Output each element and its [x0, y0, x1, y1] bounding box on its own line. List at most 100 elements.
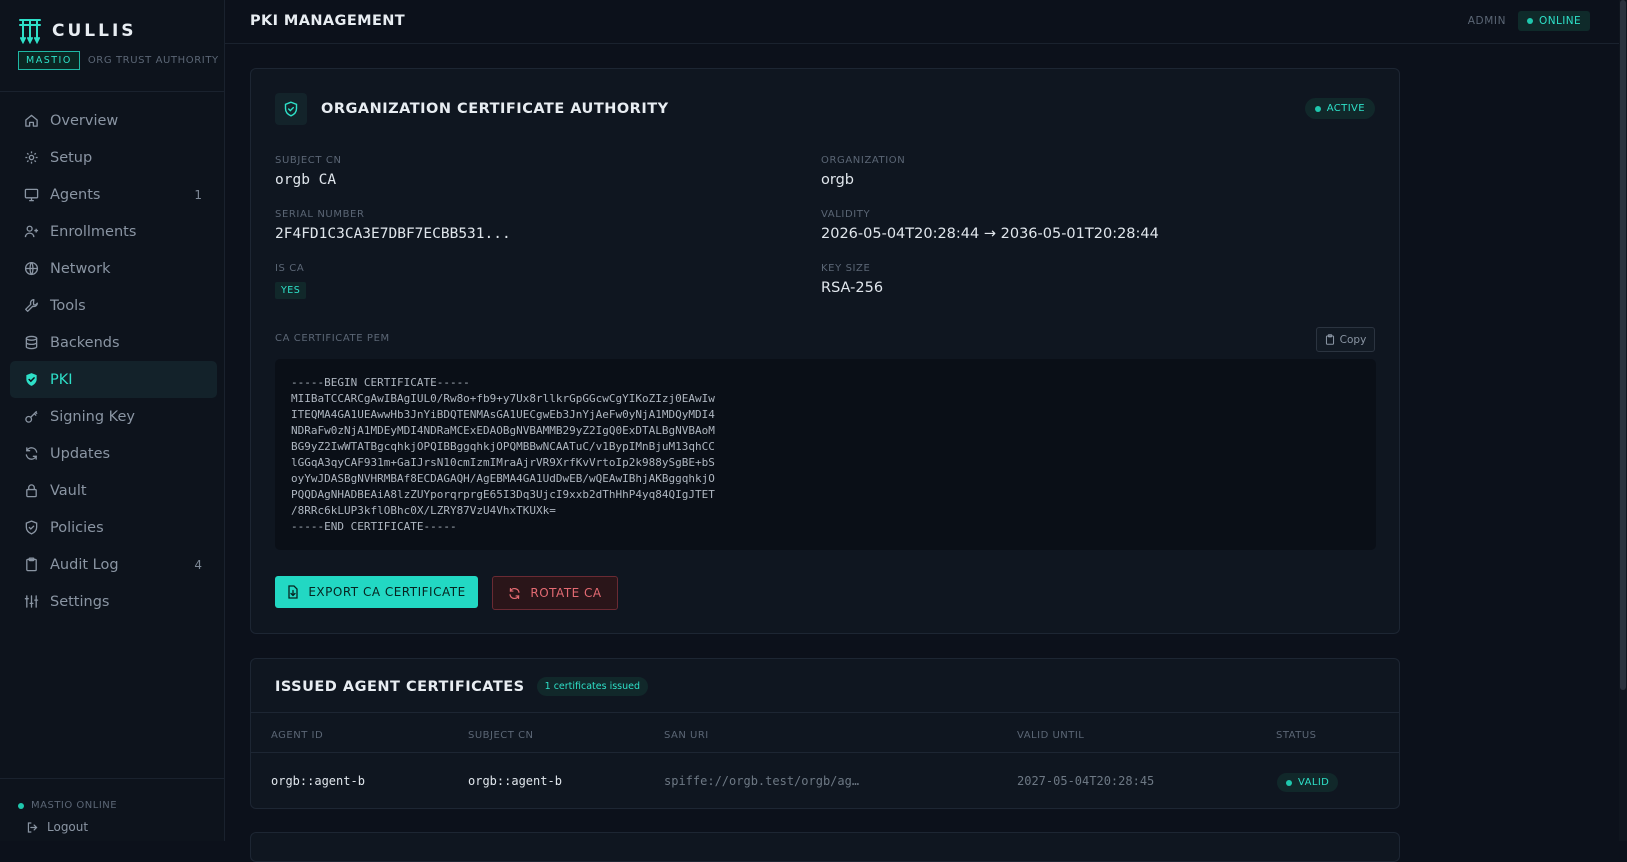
sidebar-item-policies[interactable]: Policies	[10, 509, 217, 546]
is-ca-badge: YES	[275, 282, 307, 299]
page-title: PKI MANAGEMENT	[250, 13, 406, 29]
logout-button[interactable]: Logout	[26, 820, 88, 834]
sidebar-item-label: Overview	[50, 112, 119, 129]
file-download-icon	[288, 585, 298, 599]
status-badge: VALID	[1277, 773, 1339, 792]
key-size-value: RSA-256	[821, 280, 884, 296]
home-icon	[25, 114, 38, 127]
brand-name: CULLIS	[52, 21, 137, 41]
issued-certificates-card: ISSUED AGENT CERTIFICATES 1 certificates…	[250, 658, 1400, 809]
serial-number-value: 2F4FD1C3CA3E7DBF7ECBB531...	[275, 226, 511, 242]
scrollbar-thumb[interactable]	[1620, 0, 1626, 690]
copy-icon	[1325, 334, 1334, 345]
logout-icon	[27, 821, 38, 833]
sidebar-item-network[interactable]: Network	[10, 250, 217, 287]
is-ca-label: IS CA	[275, 263, 305, 274]
brand: CULLIS MASTIO ORG TRUST AUTHORITY	[18, 18, 219, 70]
subject-cn-value: orgb CA	[275, 172, 337, 188]
pem-line: MIIBaTCCARCgAwIBAgIUL0/Rw8o+fb9+y7Ux8rll…	[291, 392, 715, 405]
ca-title: ORGANIZATION CERTIFICATE AUTHORITY	[321, 101, 669, 117]
status-dot-icon	[1286, 779, 1292, 786]
sidebar-item-enrollments[interactable]: Enrollments	[10, 213, 217, 250]
status-dot-icon	[1527, 18, 1534, 24]
logout-label: Logout	[47, 820, 89, 834]
key-size-label: KEY SIZE	[821, 263, 871, 274]
cell-subject-cn: orgb::agent-b	[468, 774, 562, 788]
sidebar-item-vault[interactable]: Vault	[10, 472, 217, 509]
mastio-status-text: MASTIO ONLINE	[31, 800, 118, 811]
ca-status-text: ACTIVE	[1326, 103, 1365, 114]
status-dot-icon	[1314, 105, 1321, 112]
topbar: PKI MANAGEMENT ADMIN ONLINE	[225, 0, 1627, 44]
export-ca-label: EXPORT CA CERTIFICATE	[308, 585, 466, 599]
pem-line: ITEQMA4GA1UEAwwHb3JnYiBDQTENMAsGA1UECgwE…	[291, 408, 715, 421]
pem-line: -----END CERTIFICATE-----	[291, 520, 457, 533]
sidebar-item-label: Enrollments	[50, 223, 137, 240]
sidebar-item-label: Agents	[50, 186, 101, 203]
pem-line: /8RRc6kLUP3kflOBhc0X/LZRY87VzU4VhxTKUXk=	[291, 504, 556, 517]
column-header-valid-until: VALID UNTIL	[1017, 730, 1085, 741]
sidebar-item-label: Tools	[50, 297, 86, 314]
sidebar-item-backends[interactable]: Backends	[10, 324, 217, 361]
sidebar-item-label: Audit Log	[50, 556, 119, 573]
cell-valid-until: 2027-05-04T20:28:45	[1017, 774, 1155, 788]
online-status-text: ONLINE	[1539, 15, 1581, 27]
pem-line: -----BEGIN CERTIFICATE-----	[291, 376, 470, 389]
sidebar-item-count: 1	[194, 187, 202, 202]
brand-subtitle: ORG TRUST AUTHORITY	[87, 55, 219, 66]
refresh-icon	[25, 447, 38, 460]
sidebar-item-label: PKI	[50, 371, 73, 388]
sidebar-item-overview[interactable]: Overview	[10, 102, 217, 139]
online-status-badge: ONLINE	[1518, 11, 1590, 31]
sidebar-item-agents[interactable]: Agents 1	[10, 176, 217, 213]
sidebar-item-tools[interactable]: Tools	[10, 287, 217, 324]
sidebar: CULLIS MASTIO ORG TRUST AUTHORITY Overvi…	[0, 0, 225, 841]
serial-number-label: SERIAL NUMBER	[275, 209, 365, 220]
sidebar-item-settings[interactable]: Settings	[10, 583, 217, 620]
lock-icon	[26, 484, 37, 498]
sidebar-divider	[0, 91, 224, 92]
sidebar-item-signing-key[interactable]: Signing Key	[10, 398, 217, 435]
cell-agent-id: orgb::agent-b	[271, 774, 365, 788]
sidebar-footer-divider	[0, 778, 224, 779]
organization-label: ORGANIZATION	[821, 155, 906, 166]
user-plus-icon	[24, 225, 39, 238]
user-label: ADMIN	[1467, 15, 1507, 27]
pem-line: PQQDAgNHADBEAiA8lzZUYporqrprgE65I3Dq3Ujc…	[291, 488, 715, 501]
column-header-san-uri: SAN URI	[664, 730, 709, 741]
shield-icon	[25, 520, 38, 535]
copy-pem-button[interactable]: Copy	[1316, 327, 1375, 352]
table-divider	[251, 712, 1399, 713]
shield-check-icon	[26, 373, 37, 386]
sidebar-item-label: Settings	[50, 593, 110, 610]
ca-status-badge: ACTIVE	[1304, 98, 1375, 119]
validity-value: 2026-05-04T20:28:44 → 2036-05-01T20:28:4…	[821, 226, 1159, 242]
rotate-ca-button[interactable]: ROTATE CA	[492, 576, 618, 610]
sidebar-item-setup[interactable]: Setup	[10, 139, 217, 176]
globe-icon	[24, 261, 39, 276]
organization-value: orgb	[821, 172, 854, 188]
sidebar-item-updates[interactable]: Updates	[10, 435, 217, 472]
cullis-logo-icon	[19, 19, 41, 44]
pem-line: lGGqA3qyCAF931m+GaIJrsN10cmIzmIMraAjrVR9…	[291, 456, 715, 469]
sidebar-nav: Overview Setup Agents 1 Enrollments Netw…	[10, 102, 217, 620]
mastio-tag: MASTIO	[18, 51, 80, 70]
wrench-icon	[25, 299, 38, 312]
ca-card: ORGANIZATION CERTIFICATE AUTHORITY ACTIV…	[250, 68, 1400, 634]
rotate-ca-label: ROTATE CA	[530, 586, 602, 600]
column-header-status: STATUS	[1276, 730, 1317, 741]
sidebar-item-pki[interactable]: PKI	[10, 361, 217, 398]
key-icon	[25, 410, 38, 423]
sidebar-item-audit-log[interactable]: Audit Log 4	[10, 546, 217, 583]
sidebar-item-label: Vault	[50, 482, 87, 499]
cell-san-uri: spiffe://orgb.test/orgb/ag…	[664, 774, 860, 788]
ca-shield-icon	[275, 93, 307, 125]
export-ca-button[interactable]: EXPORT CA CERTIFICATE	[275, 576, 478, 608]
gear-icon	[25, 151, 38, 164]
column-header-subject-cn: SUBJECT CN	[468, 730, 534, 741]
pem-line: oyYwJDASBgNVHRMBAf8ECDAGAQH/AgEBMA4GA1Ud…	[291, 472, 715, 485]
copy-label: Copy	[1339, 333, 1367, 346]
monitor-icon	[24, 188, 39, 202]
sidebar-item-label: Policies	[50, 519, 104, 536]
sidebar-item-label: Updates	[50, 445, 111, 462]
